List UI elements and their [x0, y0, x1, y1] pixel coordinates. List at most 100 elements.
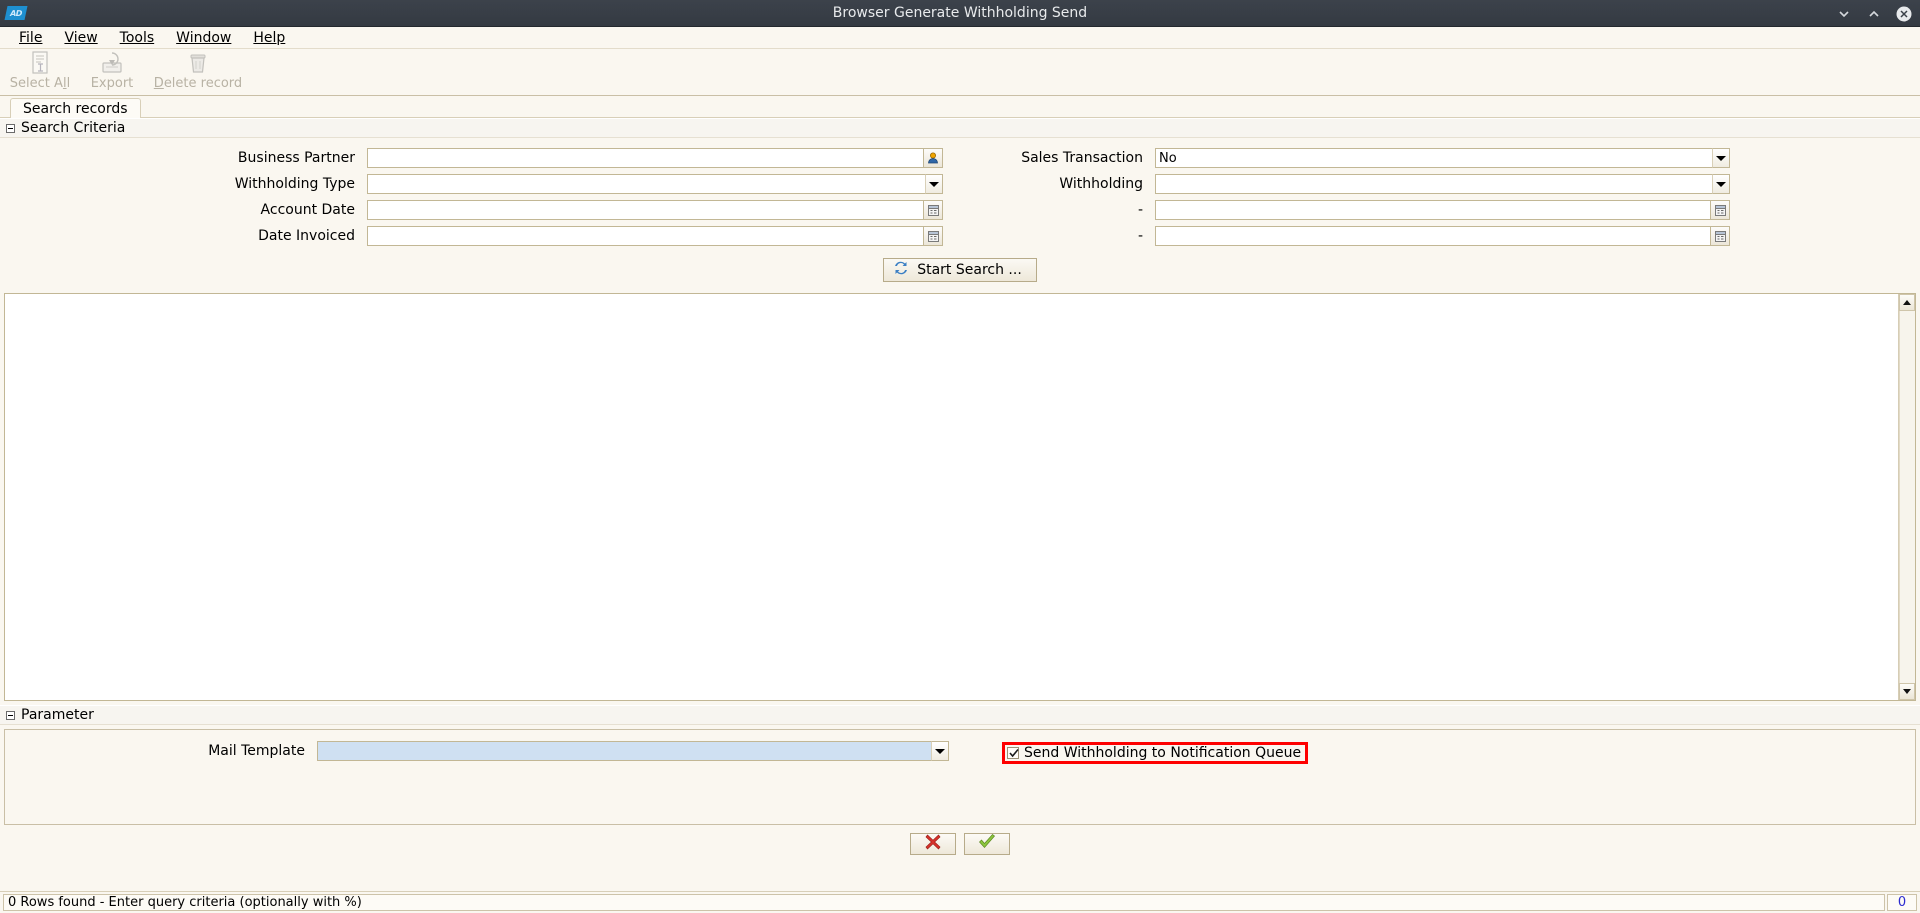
withholding-input[interactable] [1155, 174, 1712, 194]
criteria-row-1: Business Partner Sales Transaction [0, 145, 1920, 171]
red-x-icon [924, 833, 942, 855]
menu-file-label: File [19, 29, 43, 46]
trash-icon [187, 51, 209, 75]
refresh-icon [893, 260, 909, 280]
mail-template-label: Mail Template [208, 743, 305, 759]
parameter-title: Parameter [21, 707, 94, 723]
account-date-to-label: - [1137, 202, 1143, 218]
account-date-field[interactable] [367, 200, 943, 220]
search-criteria-form: Business Partner Sales Transaction Withh… [0, 138, 1920, 286]
export-button[interactable]: Export [76, 49, 148, 94]
date-invoiced-to-input[interactable] [1155, 226, 1710, 246]
date-invoiced-label: Date Invoiced [258, 228, 355, 244]
minimize-icon[interactable] [1836, 6, 1852, 22]
send-withholding-checkbox-label: Send Withholding to Notification Queue [1024, 745, 1302, 761]
date-invoiced-field[interactable] [367, 226, 943, 246]
search-criteria-title: Search Criteria [21, 120, 126, 136]
date-invoiced-to-field[interactable] [1155, 226, 1730, 246]
status-record-count: 0 [1887, 894, 1917, 911]
sales-transaction-field[interactable] [1155, 148, 1730, 168]
menu-tools[interactable]: Tools [109, 28, 166, 48]
menu-file[interactable]: File [8, 28, 53, 48]
delete-record-button[interactable]: Delete record [148, 49, 248, 94]
window-controls [1836, 0, 1912, 27]
lookup-person-icon[interactable] [923, 148, 943, 168]
delete-record-label: Delete record [153, 76, 243, 91]
business-partner-input[interactable] [367, 148, 923, 168]
dialog-actions [0, 833, 1920, 855]
window-titlebar: AD Browser Generate Withholding Send [0, 0, 1920, 27]
menu-window-label: Window [176, 29, 232, 46]
send-withholding-checkbox-highlight: Send Withholding to Notification Queue [1002, 742, 1309, 764]
results-empty-area [5, 294, 1898, 700]
status-message: 0 Rows found - Enter query criteria (opt… [3, 894, 1885, 911]
send-withholding-checkbox[interactable] [1007, 747, 1019, 759]
tab-search-records[interactable]: Search records [10, 98, 141, 118]
tabstrip: Search records [0, 96, 1920, 118]
menu-help[interactable]: Help [242, 28, 296, 48]
tab-search-records-label: Search records [23, 100, 128, 117]
criteria-row-2: Withholding Type Withholding [0, 171, 1920, 197]
account-date-label: Account Date [260, 202, 355, 218]
sales-transaction-input[interactable] [1155, 148, 1712, 168]
date-invoiced-input[interactable] [367, 226, 923, 246]
sales-transaction-label: Sales Transaction [1021, 150, 1143, 166]
chevron-down-icon[interactable] [1712, 174, 1730, 194]
chevron-down-icon[interactable] [925, 174, 943, 194]
search-criteria-header[interactable]: Search Criteria [0, 118, 1920, 138]
parameter-header[interactable]: Parameter [0, 705, 1920, 725]
window-title: Browser Generate Withholding Send [832, 5, 1088, 21]
menu-view-label: View [64, 29, 98, 46]
withholding-type-input[interactable] [367, 174, 925, 194]
scroll-up-arrow[interactable] [1899, 294, 1915, 311]
chevron-down-icon[interactable] [931, 741, 949, 761]
scrollbar-track[interactable] [1899, 311, 1915, 683]
date-invoiced-to-label: - [1137, 228, 1143, 244]
calendar-icon[interactable] [1710, 226, 1730, 246]
withholding-field[interactable] [1155, 174, 1730, 194]
menu-view[interactable]: View [53, 28, 108, 48]
document-select-icon [29, 51, 51, 75]
mail-template-field[interactable] [317, 741, 949, 761]
calendar-icon[interactable] [1710, 200, 1730, 220]
withholding-label: Withholding [1059, 176, 1143, 192]
account-date-to-input[interactable] [1155, 200, 1710, 220]
chevron-down-icon[interactable] [1712, 148, 1730, 168]
select-all-button[interactable]: Select All [4, 49, 76, 94]
results-vertical-scrollbar[interactable] [1898, 294, 1915, 700]
maximize-icon[interactable] [1866, 6, 1882, 22]
scroll-down-arrow[interactable] [1899, 683, 1915, 700]
select-all-label: Select All [9, 76, 71, 91]
start-search-row: Start Search ... [0, 258, 1920, 282]
parameter-panel: Mail Template Send Withholding to Notifi… [4, 729, 1916, 825]
business-partner-label: Business Partner [237, 150, 355, 166]
account-date-input[interactable] [367, 200, 923, 220]
green-check-icon [978, 833, 996, 855]
export-label: Export [90, 76, 134, 91]
mail-template-input[interactable] [317, 741, 931, 761]
mail-template-row: Mail Template [5, 730, 1915, 761]
withholding-type-field[interactable] [367, 174, 943, 194]
menubar: File View Tools Window Help [0, 27, 1920, 49]
cancel-button[interactable] [910, 833, 956, 855]
export-disk-icon [100, 51, 124, 75]
menu-window[interactable]: Window [165, 28, 242, 48]
business-partner-field[interactable] [367, 148, 943, 168]
toolbar: Select All Export Delete record [0, 49, 1920, 96]
results-grid[interactable] [4, 293, 1916, 701]
statusbar: 0 Rows found - Enter query criteria (opt… [0, 891, 1920, 913]
start-search-button[interactable]: Start Search ... [883, 258, 1037, 282]
start-search-label: Start Search ... [917, 262, 1022, 278]
account-date-to-field[interactable] [1155, 200, 1730, 220]
criteria-row-4: Date Invoiced - [0, 223, 1920, 249]
calendar-icon[interactable] [923, 226, 943, 246]
menu-help-label: Help [253, 29, 286, 46]
collapse-toggle-icon[interactable] [6, 123, 15, 133]
ok-button[interactable] [964, 833, 1010, 855]
criteria-row-3: Account Date - [0, 197, 1920, 223]
calendar-icon[interactable] [923, 200, 943, 220]
withholding-type-label: Withholding Type [234, 176, 355, 192]
collapse-toggle-icon[interactable] [6, 710, 15, 720]
close-icon[interactable] [1896, 6, 1912, 22]
menu-tools-label: Tools [119, 29, 155, 46]
